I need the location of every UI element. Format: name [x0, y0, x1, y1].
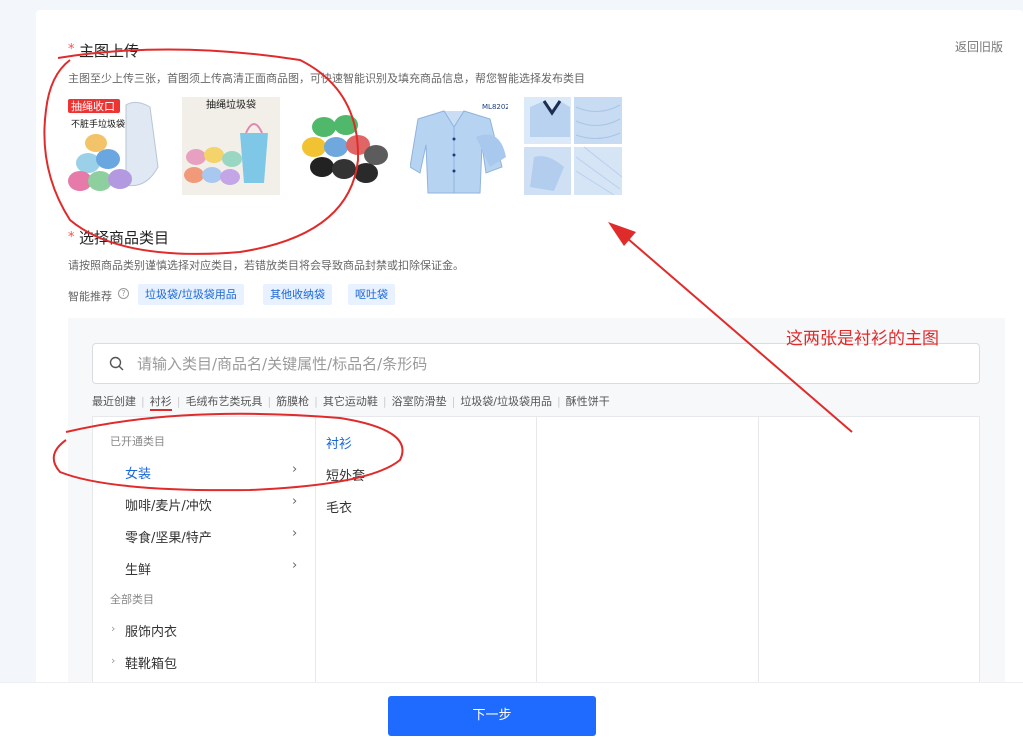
- next-step-button[interactable]: 下一步: [388, 696, 596, 736]
- column-divider: [536, 417, 537, 689]
- category-search-input[interactable]: [137, 352, 937, 376]
- category-search-box[interactable]: [92, 343, 980, 384]
- expand-icon[interactable]: ›: [111, 654, 115, 667]
- image-1-caption-top: 抽绳收口: [71, 99, 115, 113]
- smart-tag-vomit-bags[interactable]: 呕吐袋: [348, 284, 395, 305]
- category-columns: [92, 416, 980, 689]
- search-icon: [109, 356, 124, 371]
- category-hint: 请按照商品类别谨慎选择对应类目，若错放类目将会导致商品封禁或扣除保证金。: [68, 259, 464, 272]
- product-image-1[interactable]: 抽绳收口 不脏手垃圾袋: [66, 97, 164, 195]
- product-image-3[interactable]: [296, 97, 394, 195]
- expand-icon[interactable]: ›: [111, 622, 115, 635]
- recent-item[interactable]: 筋膜枪: [276, 395, 309, 408]
- recent-item[interactable]: 其它运动鞋: [323, 395, 378, 408]
- category-item-coffee[interactable]: 咖啡/麦片/冲饮: [125, 495, 212, 514]
- category-item-fresh-food[interactable]: 生鲜: [125, 559, 151, 578]
- column-divider: [758, 417, 759, 689]
- required-mark: *: [68, 42, 75, 57]
- recent-item[interactable]: 垃圾袋/垃圾袋用品: [460, 395, 552, 408]
- chevron-right-icon: ›: [292, 494, 298, 509]
- recent-item[interactable]: 酥性饼干: [566, 395, 610, 408]
- subcategory-item-shirt[interactable]: 衬衫: [326, 433, 352, 452]
- opened-categories-header: 已开通类目: [110, 435, 165, 448]
- smart-tag-garbage-bags[interactable]: 垃圾袋/垃圾袋用品: [138, 284, 244, 305]
- category-title: 选择商品类目: [79, 229, 170, 247]
- recent-item[interactable]: 毛绒布艺类玩具: [185, 395, 262, 408]
- required-mark: *: [68, 230, 75, 245]
- upload-hint: 主图至少上传三张，首图须上传高清正面商品图，可快速智能识别及填充商品信息，帮您智…: [68, 72, 585, 85]
- column-divider: [315, 417, 316, 689]
- image-4-caption: ML8202: [482, 103, 508, 111]
- product-image-5[interactable]: [524, 97, 622, 195]
- category-item-apparel[interactable]: 服饰内衣: [125, 621, 177, 640]
- annotation-text: 这两张是衬衫的主图: [786, 329, 939, 349]
- all-categories-header: 全部类目: [110, 593, 154, 606]
- category-item-snacks[interactable]: 零食/坚果/特产: [125, 527, 212, 546]
- chevron-right-icon: ›: [292, 558, 298, 573]
- chevron-right-icon: ›: [292, 526, 298, 541]
- recent-label: 最近创建: [92, 395, 136, 408]
- smart-recommend-label: 智能推荐: [68, 290, 112, 303]
- product-image-4[interactable]: ML8202: [410, 97, 508, 195]
- category-item-womens-clothing[interactable]: 女装: [125, 463, 151, 482]
- product-image-2[interactable]: 抽绳垃圾袋: [182, 97, 280, 195]
- category-item-shoes-bags[interactable]: 鞋靴箱包: [125, 653, 177, 672]
- recent-categories: 最近创建 | 衬衫 | 毛绒布艺类玩具 | 筋膜枪 | 其它运动鞋 | 浴室防滑垫 | 垃圾袋/垃圾袋用…: [92, 395, 610, 408]
- back-to-old-version-link[interactable]: 返回旧版: [955, 38, 1003, 55]
- subcategory-item-short-jacket[interactable]: 短外套: [326, 465, 365, 484]
- subcategory-item-sweater[interactable]: 毛衣: [326, 497, 352, 516]
- image-1-caption-bottom: 不脏手垃圾袋: [71, 118, 125, 130]
- recent-item[interactable]: 浴室防滑垫: [392, 395, 447, 408]
- chevron-right-icon: ›: [292, 462, 298, 477]
- upload-title: 主图上传: [79, 42, 140, 60]
- recent-item[interactable]: 衬衫: [150, 395, 172, 408]
- help-icon[interactable]: ?: [118, 288, 129, 299]
- smart-tag-storage-bags[interactable]: 其他收纳袋: [263, 284, 332, 305]
- image-2-caption: 抽绳垃圾袋: [206, 98, 256, 111]
